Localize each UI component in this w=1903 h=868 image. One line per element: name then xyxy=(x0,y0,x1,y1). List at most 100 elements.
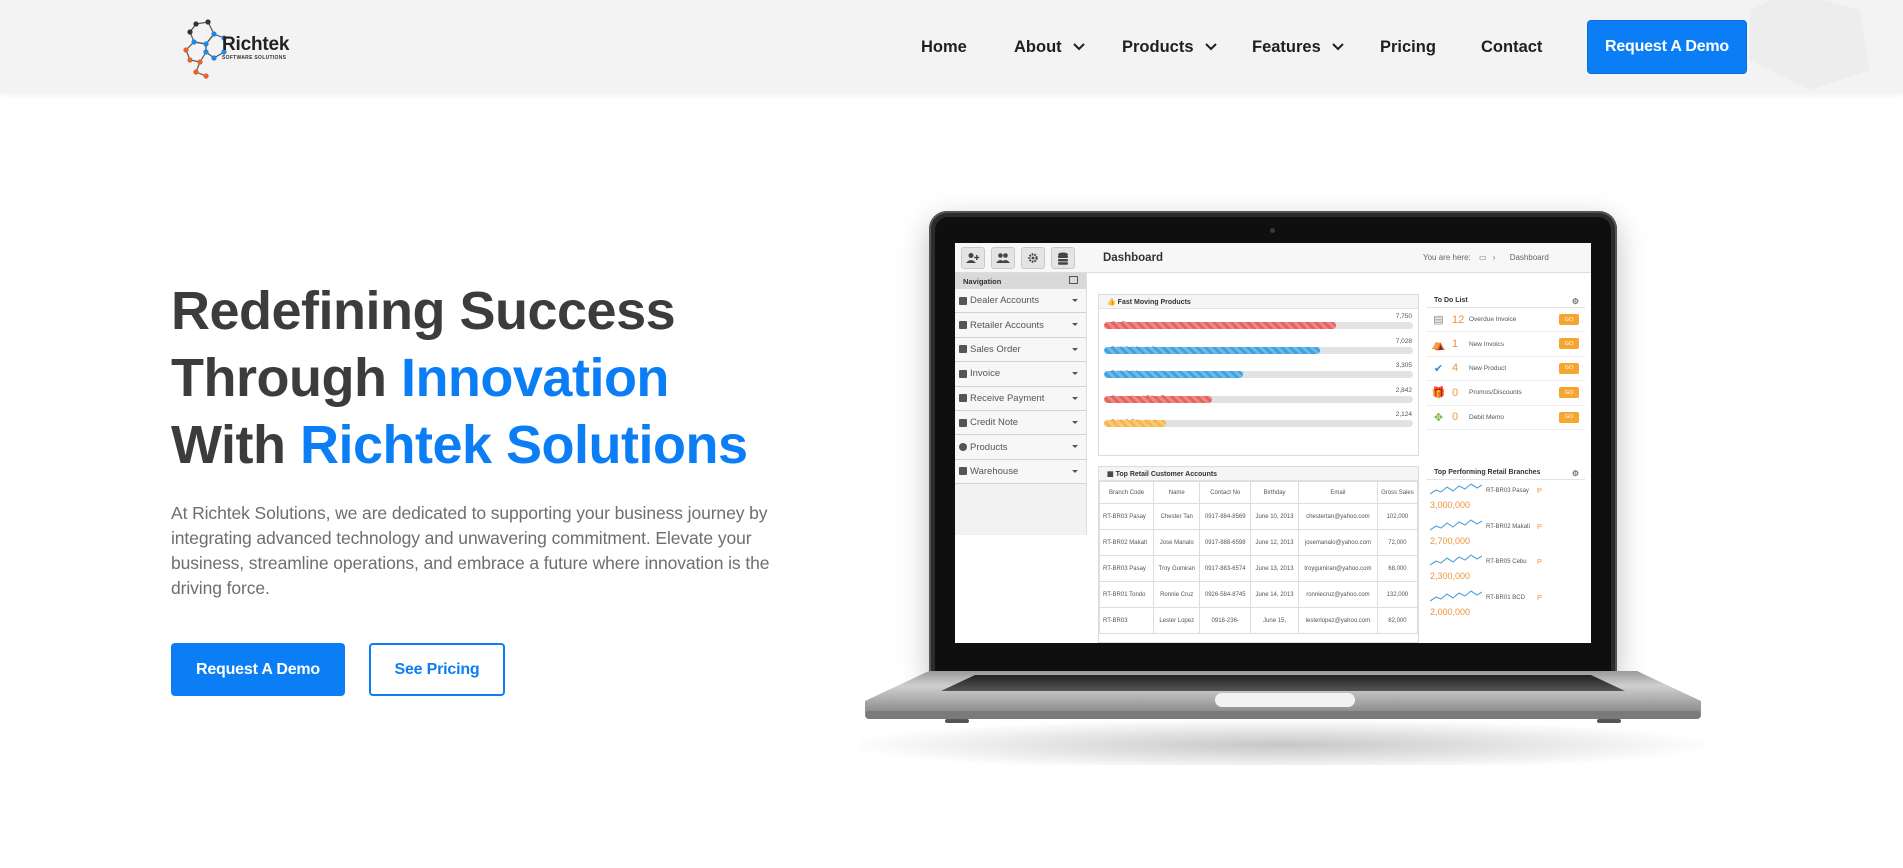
sidenav-item-label: Warehouse xyxy=(970,465,1019,477)
sidenav-item-label: Receive Payment xyxy=(970,392,1045,404)
header-request-demo-button[interactable]: Request A Demo xyxy=(1587,20,1747,74)
nav-item-label: Pricing xyxy=(1380,37,1436,56)
panel-header: To Do List ⚙ xyxy=(1426,294,1585,308)
branch-currency: P xyxy=(1537,557,1543,566)
sidenav-item-retailer-accounts: Retailer Accounts xyxy=(955,313,1086,338)
fast-moving-item: DANS Bike Helmet2,124 xyxy=(1099,407,1418,432)
table-row: RT-BR03 Lester Lopez 0918-236- June 15, lest… xyxy=(1099,607,1418,634)
sparkline-icon xyxy=(1430,518,1482,530)
caret-down-icon xyxy=(1072,299,1078,302)
hero-title-line3-highlight: Richtek Solutions xyxy=(299,415,748,475)
table-cell: June 14, 2013 xyxy=(1250,581,1300,608)
dashboard-screen: Dashboard You are here: ▭ › Dashboard Na… xyxy=(955,243,1591,643)
caret-down-icon xyxy=(1072,420,1078,424)
fast-moving-item: DANS Water bottle3,305 xyxy=(1099,358,1418,383)
caret-down-icon xyxy=(1072,372,1078,376)
sidenav-item-label: Products xyxy=(970,441,1008,453)
sidenav-item-products: Products xyxy=(955,435,1086,460)
panel-title: Top Retail Customer Accounts xyxy=(1115,471,1218,478)
add-user-icon xyxy=(961,247,985,269)
table-cell: Troy Gumiran xyxy=(1153,555,1201,582)
table-cell: 0918-236- xyxy=(1199,607,1252,634)
progress-fill xyxy=(1104,371,1244,379)
laptop-camera xyxy=(1270,228,1275,233)
progress-track xyxy=(1104,395,1413,403)
grid-icon: ▦ xyxy=(1107,471,1116,478)
settings-gear-icon: ⚙ xyxy=(1571,469,1579,478)
fast-moving-item: DANS Wheel Set7,028 xyxy=(1099,334,1418,359)
table-cell: Jose Manalo xyxy=(1153,529,1201,556)
todo-count: 0 xyxy=(1452,411,1459,424)
nav-item-contact[interactable]: Contact xyxy=(1481,37,1542,57)
table-column-header: Gross Sales xyxy=(1376,481,1418,504)
branch-name: RT-BR01 BCD xyxy=(1486,594,1525,601)
hero-title-line1: Redefining Success xyxy=(171,281,676,341)
document-icon: ▤ xyxy=(1433,314,1444,327)
credit-note-icon xyxy=(959,418,967,427)
table-cell: Chester Tan xyxy=(1153,503,1201,530)
payment-icon xyxy=(959,394,967,403)
branch-currency: P xyxy=(1537,486,1543,495)
table-column-header: Email xyxy=(1298,481,1378,504)
table-cell: 0926-584-8745 xyxy=(1199,581,1252,608)
product-value: 7,028 xyxy=(1395,337,1412,345)
todo-item: ✔ 4 New Product GO xyxy=(1426,357,1585,382)
branch-value: 2,700,000 xyxy=(1430,535,1471,546)
branch-value: 2,300,000 xyxy=(1430,571,1471,581)
todo-go-button: GO xyxy=(1559,411,1579,423)
nav-item-products[interactable]: Products xyxy=(1122,37,1218,57)
todo-label: New Invoics xyxy=(1469,340,1505,348)
nav-item-label: Contact xyxy=(1481,37,1543,56)
sparkline-icon xyxy=(1430,483,1482,495)
table-column-header: Name xyxy=(1153,481,1201,504)
chevron-down-icon xyxy=(1204,43,1217,51)
sidenav-header: Navigation xyxy=(955,273,1086,289)
sidenav-item-label: Invoice xyxy=(970,368,1001,380)
hero-title-line2-highlight: Innovation xyxy=(400,348,669,408)
warehouse-icon xyxy=(959,467,967,476)
fast-moving-item: Go Pro7,750 xyxy=(1099,309,1418,334)
table-row: RT-BR02 Makati Jose Manalo 0917-888-6598 Ju… xyxy=(1099,529,1418,556)
check-icon: ✔ xyxy=(1433,362,1444,375)
progress-fill xyxy=(1104,395,1213,403)
dashboard-title: Dashboard xyxy=(1103,252,1164,264)
table-cell: June 13, 2013 xyxy=(1250,555,1300,582)
branch-name: RT-BR02 Makati xyxy=(1486,523,1530,530)
todo-item: ✥ 0 Debit Memo GO xyxy=(1426,406,1585,430)
site-header: Richtek SOFTWARE SOLUTIONS Home About Pr… xyxy=(0,0,1903,93)
caret-down-icon xyxy=(1072,347,1078,351)
nav-item-home[interactable]: Home xyxy=(921,37,967,57)
branch-item: RT-BR01 BCD P 2,000,000 xyxy=(1426,587,1585,623)
chevron-down-icon xyxy=(1072,43,1085,51)
todo-count: 1 xyxy=(1452,338,1459,351)
todo-label: Promos/Discounts xyxy=(1469,389,1522,397)
sidenav-item-invoice: Invoice xyxy=(955,362,1086,387)
table-cell: 132,000 xyxy=(1376,581,1418,608)
hero-request-demo-button[interactable]: Request A Demo xyxy=(171,643,345,696)
table-row: RT-BR01 Tondo Ronnie Cruz 0926-584-8745 Jun… xyxy=(1099,581,1418,608)
table-cell: RT-BR03 xyxy=(1099,607,1155,634)
caret-down-icon xyxy=(1072,445,1078,449)
branch-name: RT-BR05 Cebu xyxy=(1486,559,1527,565)
table-column-header: Birthday xyxy=(1250,481,1300,504)
breadcrumb-prefix: You are here: xyxy=(1423,253,1471,262)
fast-moving-item: Specialized Bike Frame2,842 xyxy=(1099,383,1418,408)
sparkline-icon xyxy=(1430,589,1482,601)
nav-item-features[interactable]: Features xyxy=(1252,37,1345,57)
nav-item-pricing[interactable]: Pricing xyxy=(1380,37,1436,57)
see-pricing-button[interactable]: See Pricing xyxy=(369,643,505,696)
table-cell: RT-BR03 Pasay xyxy=(1099,555,1155,582)
nav-item-label: Products xyxy=(1122,37,1194,56)
table-cell: 0917-888-6598 xyxy=(1199,529,1252,556)
branch-value: 3,000,000 xyxy=(1430,500,1471,510)
table-cell: troygumiran@yahoo.com xyxy=(1298,555,1378,582)
table-header-row: Branch Code Name Contact No Birthday Email Gr… xyxy=(1099,481,1418,504)
product-value: 2,842 xyxy=(1395,386,1412,394)
nav-item-about[interactable]: About xyxy=(1014,37,1086,57)
top-branches-panel: Top Performing Retail Branches ⚙ RT-BR03 … xyxy=(1426,466,1585,643)
todo-label: Debit Memo xyxy=(1469,413,1505,421)
sparkline-icon xyxy=(1430,554,1482,566)
monitor-icon: ▭ xyxy=(1478,253,1487,262)
branch-currency: P xyxy=(1537,521,1543,531)
branch-list: RT-BR03 Pasay P 3,000,000 RT-BR02 Makati P 2,… xyxy=(1426,480,1585,622)
